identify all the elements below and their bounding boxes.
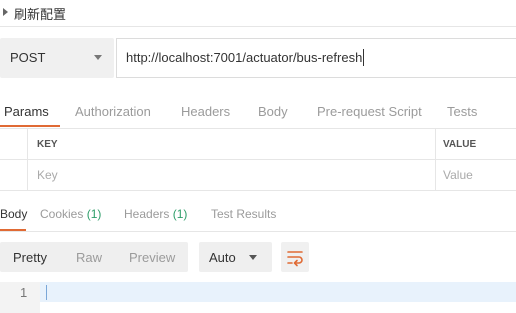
method-label: POST: [10, 50, 46, 65]
cookies-count: (1): [86, 207, 102, 221]
format-dropdown[interactable]: Auto: [199, 242, 272, 272]
tab-tests[interactable]: Tests: [447, 104, 477, 119]
tab-headers-label: Headers: [124, 207, 170, 221]
tab-body[interactable]: Body: [258, 104, 288, 119]
format-label: Auto: [209, 250, 236, 265]
text-cursor: [363, 49, 364, 66]
request-header: 刷新配置: [0, 0, 516, 27]
tab-headers[interactable]: Headers: [181, 104, 230, 119]
tab-cookies-label: Cookies: [40, 207, 84, 221]
active-tab-indicator: [0, 229, 26, 231]
tab-test-results[interactable]: Test Results: [211, 207, 276, 221]
key-column-header: KEY: [37, 139, 58, 150]
response-editor[interactable]: [0, 282, 516, 302]
column-divider: [435, 128, 436, 190]
line-gutter: 1: [0, 282, 40, 313]
view-mode-group: Pretty Raw Preview: [0, 242, 188, 272]
key-input[interactable]: Key: [37, 168, 58, 182]
tab-response-body[interactable]: Body: [0, 207, 27, 221]
wrap-lines-button[interactable]: [281, 242, 309, 272]
preview-button[interactable]: Preview: [129, 250, 175, 265]
request-title[interactable]: 刷新配置: [14, 4, 66, 23]
url-input[interactable]: http://localhost:7001/actuator/bus-refre…: [116, 38, 516, 78]
active-tab-indicator: [0, 125, 60, 127]
url-value: http://localhost:7001/actuator/bus-refre…: [126, 50, 363, 65]
method-dropdown[interactable]: POST: [0, 38, 114, 78]
editor-cursor: [46, 285, 47, 300]
collapse-triangle-icon[interactable]: [3, 8, 8, 16]
params-header-row: [0, 128, 516, 160]
wrap-lines-icon: [287, 251, 303, 267]
value-column-header: VALUE: [443, 139, 477, 150]
column-divider: [27, 128, 28, 190]
tab-authorization[interactable]: Authorization: [75, 104, 151, 119]
tab-pre-request-script[interactable]: Pre-request Script: [317, 104, 422, 119]
headers-count: (1): [172, 207, 188, 221]
pretty-button[interactable]: Pretty: [13, 250, 47, 265]
line-number: 1: [20, 285, 28, 300]
chevron-down-icon: [249, 255, 257, 260]
chevron-down-icon: [94, 55, 102, 60]
tab-response-headers[interactable]: Headers (1): [124, 207, 187, 221]
tab-cookies[interactable]: Cookies (1): [40, 207, 101, 221]
raw-button[interactable]: Raw: [76, 250, 102, 265]
params-row: [0, 160, 516, 191]
value-input[interactable]: Value: [443, 168, 473, 182]
tab-params[interactable]: Params: [4, 104, 49, 119]
